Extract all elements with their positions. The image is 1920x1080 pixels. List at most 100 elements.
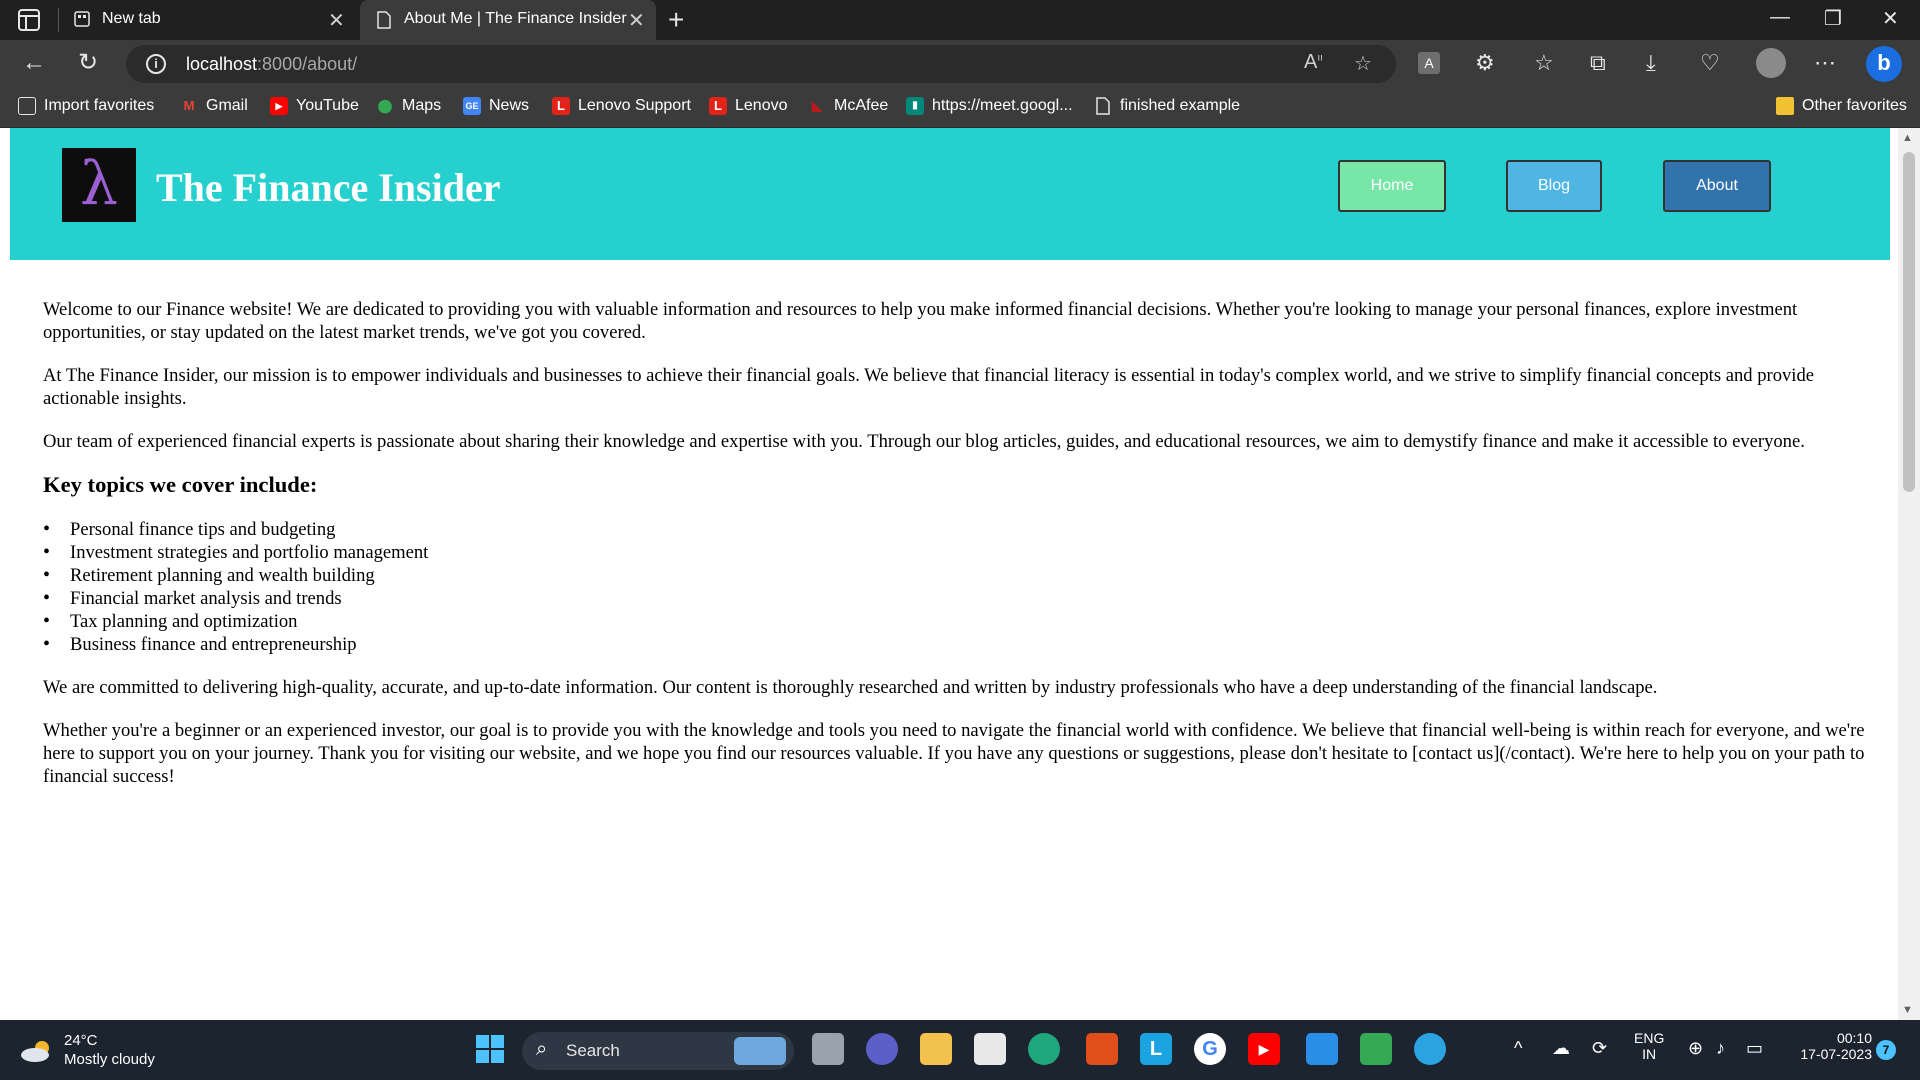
volume-icon[interactable]: ♪ [1716, 1038, 1725, 1059]
lenovo-icon: L [552, 97, 570, 115]
collections-icon[interactable]: ⧉ [1590, 50, 1606, 76]
site-title: The Finance Insider [156, 165, 501, 210]
new-tab-button[interactable]: + [668, 4, 684, 36]
performance-icon[interactable]: ♡ [1700, 50, 1720, 76]
vscode-icon[interactable] [1306, 1033, 1338, 1065]
close-window-icon[interactable]: ✕ [1882, 6, 1899, 31]
start-icon[interactable] [474, 1033, 506, 1065]
refresh-icon[interactable]: ↻ [78, 48, 98, 78]
weather-condition: Mostly cloudy [64, 1051, 155, 1068]
team-paragraph: Our team of experienced financial expert… [43, 431, 1805, 452]
close-icon[interactable]: ✕ [328, 8, 345, 33]
scroll-up-icon[interactable]: ▲ [1902, 132, 1913, 144]
favorite-star-icon[interactable]: ☆ [1354, 51, 1372, 76]
maps-icon: ⬤ [377, 98, 393, 113]
blog-button[interactable]: Blog [1506, 160, 1602, 212]
back-icon[interactable]: ← [22, 48, 46, 78]
list-item: Investment strategies and portfolio mana… [43, 541, 1873, 564]
tab-about-me[interactable]: About Me | The Finance Insider ✕ [360, 0, 656, 40]
url-text[interactable]: localhost:8000/about/ [186, 54, 357, 75]
microsoft-store-icon[interactable] [974, 1033, 1006, 1065]
about-content: Welcome to our Finance website! We are d… [43, 298, 1873, 808]
weather-temp: 24°C [64, 1032, 98, 1049]
bing-chat-icon[interactable]: b [1866, 46, 1902, 82]
chevron-up-icon[interactable]: ^ [1514, 1038, 1522, 1059]
scroll-down-icon[interactable]: ▼ [1902, 1004, 1913, 1016]
cloud-icon [21, 1041, 49, 1062]
onedrive-icon[interactable]: ☁ [1552, 1038, 1570, 1059]
page-viewport: λ The Finance Insider Home Blog About We… [0, 128, 1920, 1020]
edge-icon[interactable] [1028, 1033, 1060, 1065]
browser-toolbar: ← ↻ i localhost:8000/about/ Aıı ☆ A ⚙ ☆ … [0, 40, 1920, 88]
list-item: Business finance and entrepreneurship [43, 633, 1873, 656]
taskbar: 24°C Mostly cloudy ⌕ Search L G ▶ ^ ☁ ⟳ … [0, 1020, 1920, 1080]
restore-icon[interactable]: ❐ [1824, 6, 1842, 31]
search-highlight-icon [734, 1037, 786, 1065]
lenovo-vantage-icon[interactable]: L [1140, 1033, 1172, 1065]
youtube-app-icon[interactable]: ▶ [1248, 1033, 1280, 1065]
downloads-icon[interactable]: ⤓ [1646, 50, 1656, 76]
telegram-icon[interactable] [1414, 1033, 1446, 1065]
favorite-import[interactable]: Import favorites [18, 97, 154, 119]
site-info-icon[interactable]: i [146, 54, 166, 74]
notification-badge[interactable]: 7 [1876, 1040, 1896, 1060]
read-aloud-icon[interactable]: Aıı [1304, 51, 1323, 74]
extensions-icon[interactable]: ⚙ [1475, 50, 1495, 76]
other-favorites[interactable]: Other favorites [1776, 97, 1907, 119]
favorites-bar: Import favorites M Gmail ▶ YouTube ⬤ Maps G… [0, 88, 1920, 128]
favorite-youtube[interactable]: ▶ YouTube [270, 97, 359, 119]
page-scrollbar[interactable]: ▲ ▼ [1898, 128, 1920, 1020]
home-button[interactable]: Home [1338, 160, 1446, 212]
site-header: λ The Finance Insider Home Blog About [10, 128, 1890, 260]
closing-paragraph: Whether you're a beginner or an experien… [43, 720, 1865, 787]
list-item: Personal finance tips and budgeting [43, 518, 1873, 541]
about-button[interactable]: About [1663, 160, 1771, 212]
mission-paragraph: At The Finance Insider, our mission is t… [43, 365, 1815, 409]
teams-chat-icon[interactable] [866, 1033, 898, 1065]
commitment-paragraph: We are committed to delivering high-qual… [43, 677, 1658, 698]
topics-heading: Key topics we cover include: [43, 472, 318, 497]
update-icon[interactable]: ⟳ [1592, 1038, 1607, 1059]
url-path: :8000/about/ [257, 54, 358, 74]
favorite-lenovo[interactable]: L Lenovo [709, 97, 788, 119]
task-view-icon[interactable] [812, 1033, 844, 1065]
lenovo-icon: L [709, 97, 727, 115]
google-icon[interactable]: G [1194, 1033, 1226, 1065]
language-indicator[interactable]: ENG IN [1634, 1030, 1664, 1062]
mcafee-icon: ◣ [812, 98, 822, 113]
minimize-icon[interactable]: — [1770, 6, 1790, 29]
favorite-mcafee[interactable]: ◣ McAfee [808, 97, 888, 119]
topics-list: Personal finance tips and budgeting Inve… [43, 518, 1873, 656]
gmail-icon: M [183, 98, 195, 113]
chrome-app-icon[interactable] [1360, 1033, 1392, 1065]
network-icon[interactable]: ⊕ [1688, 1038, 1703, 1059]
tab-title: About Me | The Finance Insider [404, 10, 627, 27]
profile-avatar[interactable] [1756, 48, 1786, 78]
translate-icon[interactable]: A [1418, 52, 1440, 74]
tab-new-tab[interactable]: New tab ✕ [58, 0, 358, 40]
battery-icon[interactable]: ▭ [1746, 1038, 1763, 1059]
favorite-lenovo-support[interactable]: L Lenovo Support [552, 97, 691, 119]
clock[interactable]: 00:10 17-07-2023 [1782, 1030, 1872, 1062]
site-logo[interactable]: λ [62, 148, 136, 222]
favorite-maps[interactable]: ⬤ Maps [376, 97, 441, 119]
clock-time: 00:10 [1836, 1030, 1872, 1046]
favorites-icon[interactable]: ☆ [1534, 50, 1554, 76]
tab-title: New tab [102, 10, 161, 27]
close-icon[interactable]: ✕ [628, 8, 645, 33]
clock-date: 17-07-2023 [1800, 1046, 1872, 1062]
file-explorer-icon[interactable] [920, 1033, 952, 1065]
scrollbar-thumb[interactable] [1903, 152, 1915, 492]
tab-actions-icon[interactable] [18, 9, 40, 31]
favorite-news[interactable]: GE News [463, 97, 529, 119]
favorite-meet[interactable]: ▮ https://meet.googl... [906, 97, 1073, 119]
import-icon [18, 97, 36, 115]
favorite-gmail[interactable]: M Gmail [180, 97, 248, 119]
favorite-finished-example[interactable]: finished example [1094, 97, 1240, 119]
folder-icon [1776, 97, 1794, 115]
more-icon[interactable]: ⋯ [1814, 50, 1836, 76]
taskbar-search[interactable]: ⌕ Search [522, 1032, 794, 1070]
intro-paragraph: Welcome to our Finance website! We are d… [43, 299, 1798, 343]
address-bar[interactable]: i localhost:8000/about/ Aıı ☆ [126, 45, 1396, 83]
office-icon[interactable] [1086, 1033, 1118, 1065]
